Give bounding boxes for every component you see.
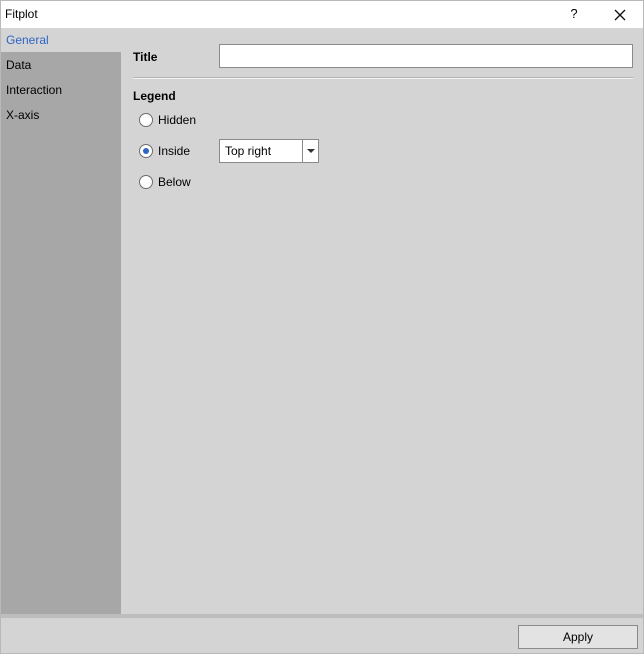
radio-label: Below [158,175,191,189]
radio-button[interactable] [139,175,153,189]
help-button[interactable]: ? [567,6,581,22]
radio-selected-dot [143,148,149,154]
sidebar-item-general[interactable]: General [1,28,121,52]
footer: Apply [1,618,643,653]
sidebar-item-data[interactable]: Data [1,53,121,77]
legend-heading: Legend [133,89,176,103]
dropdown-button[interactable] [302,140,318,162]
separator [133,77,633,79]
title-input[interactable] [219,44,633,68]
apply-button[interactable]: Apply [518,625,638,649]
title-label: Title [133,50,158,64]
sidebar-item-x-axis[interactable]: X-axis [1,103,121,127]
close-icon[interactable] [609,6,631,24]
dialog-window: Fitplot ? General Data Interaction X-axi… [0,0,644,654]
title-bar: Fitplot ? [1,1,643,28]
radio-label: Inside [158,144,191,158]
window-title: Fitplot [5,7,38,21]
radio-button[interactable] [139,144,153,158]
general-panel: Title Legend Hidden Inside Top right Bel… [121,28,643,614]
chevron-down-icon [307,149,315,153]
sidebar-item-interaction[interactable]: Interaction [1,78,121,102]
radio-label: Hidden [158,113,197,127]
dropdown-value: Top right [225,144,272,158]
legend-position-dropdown[interactable]: Top right [219,139,319,163]
radio-button[interactable] [139,113,153,127]
sidebar: General Data Interaction X-axis [1,28,121,614]
